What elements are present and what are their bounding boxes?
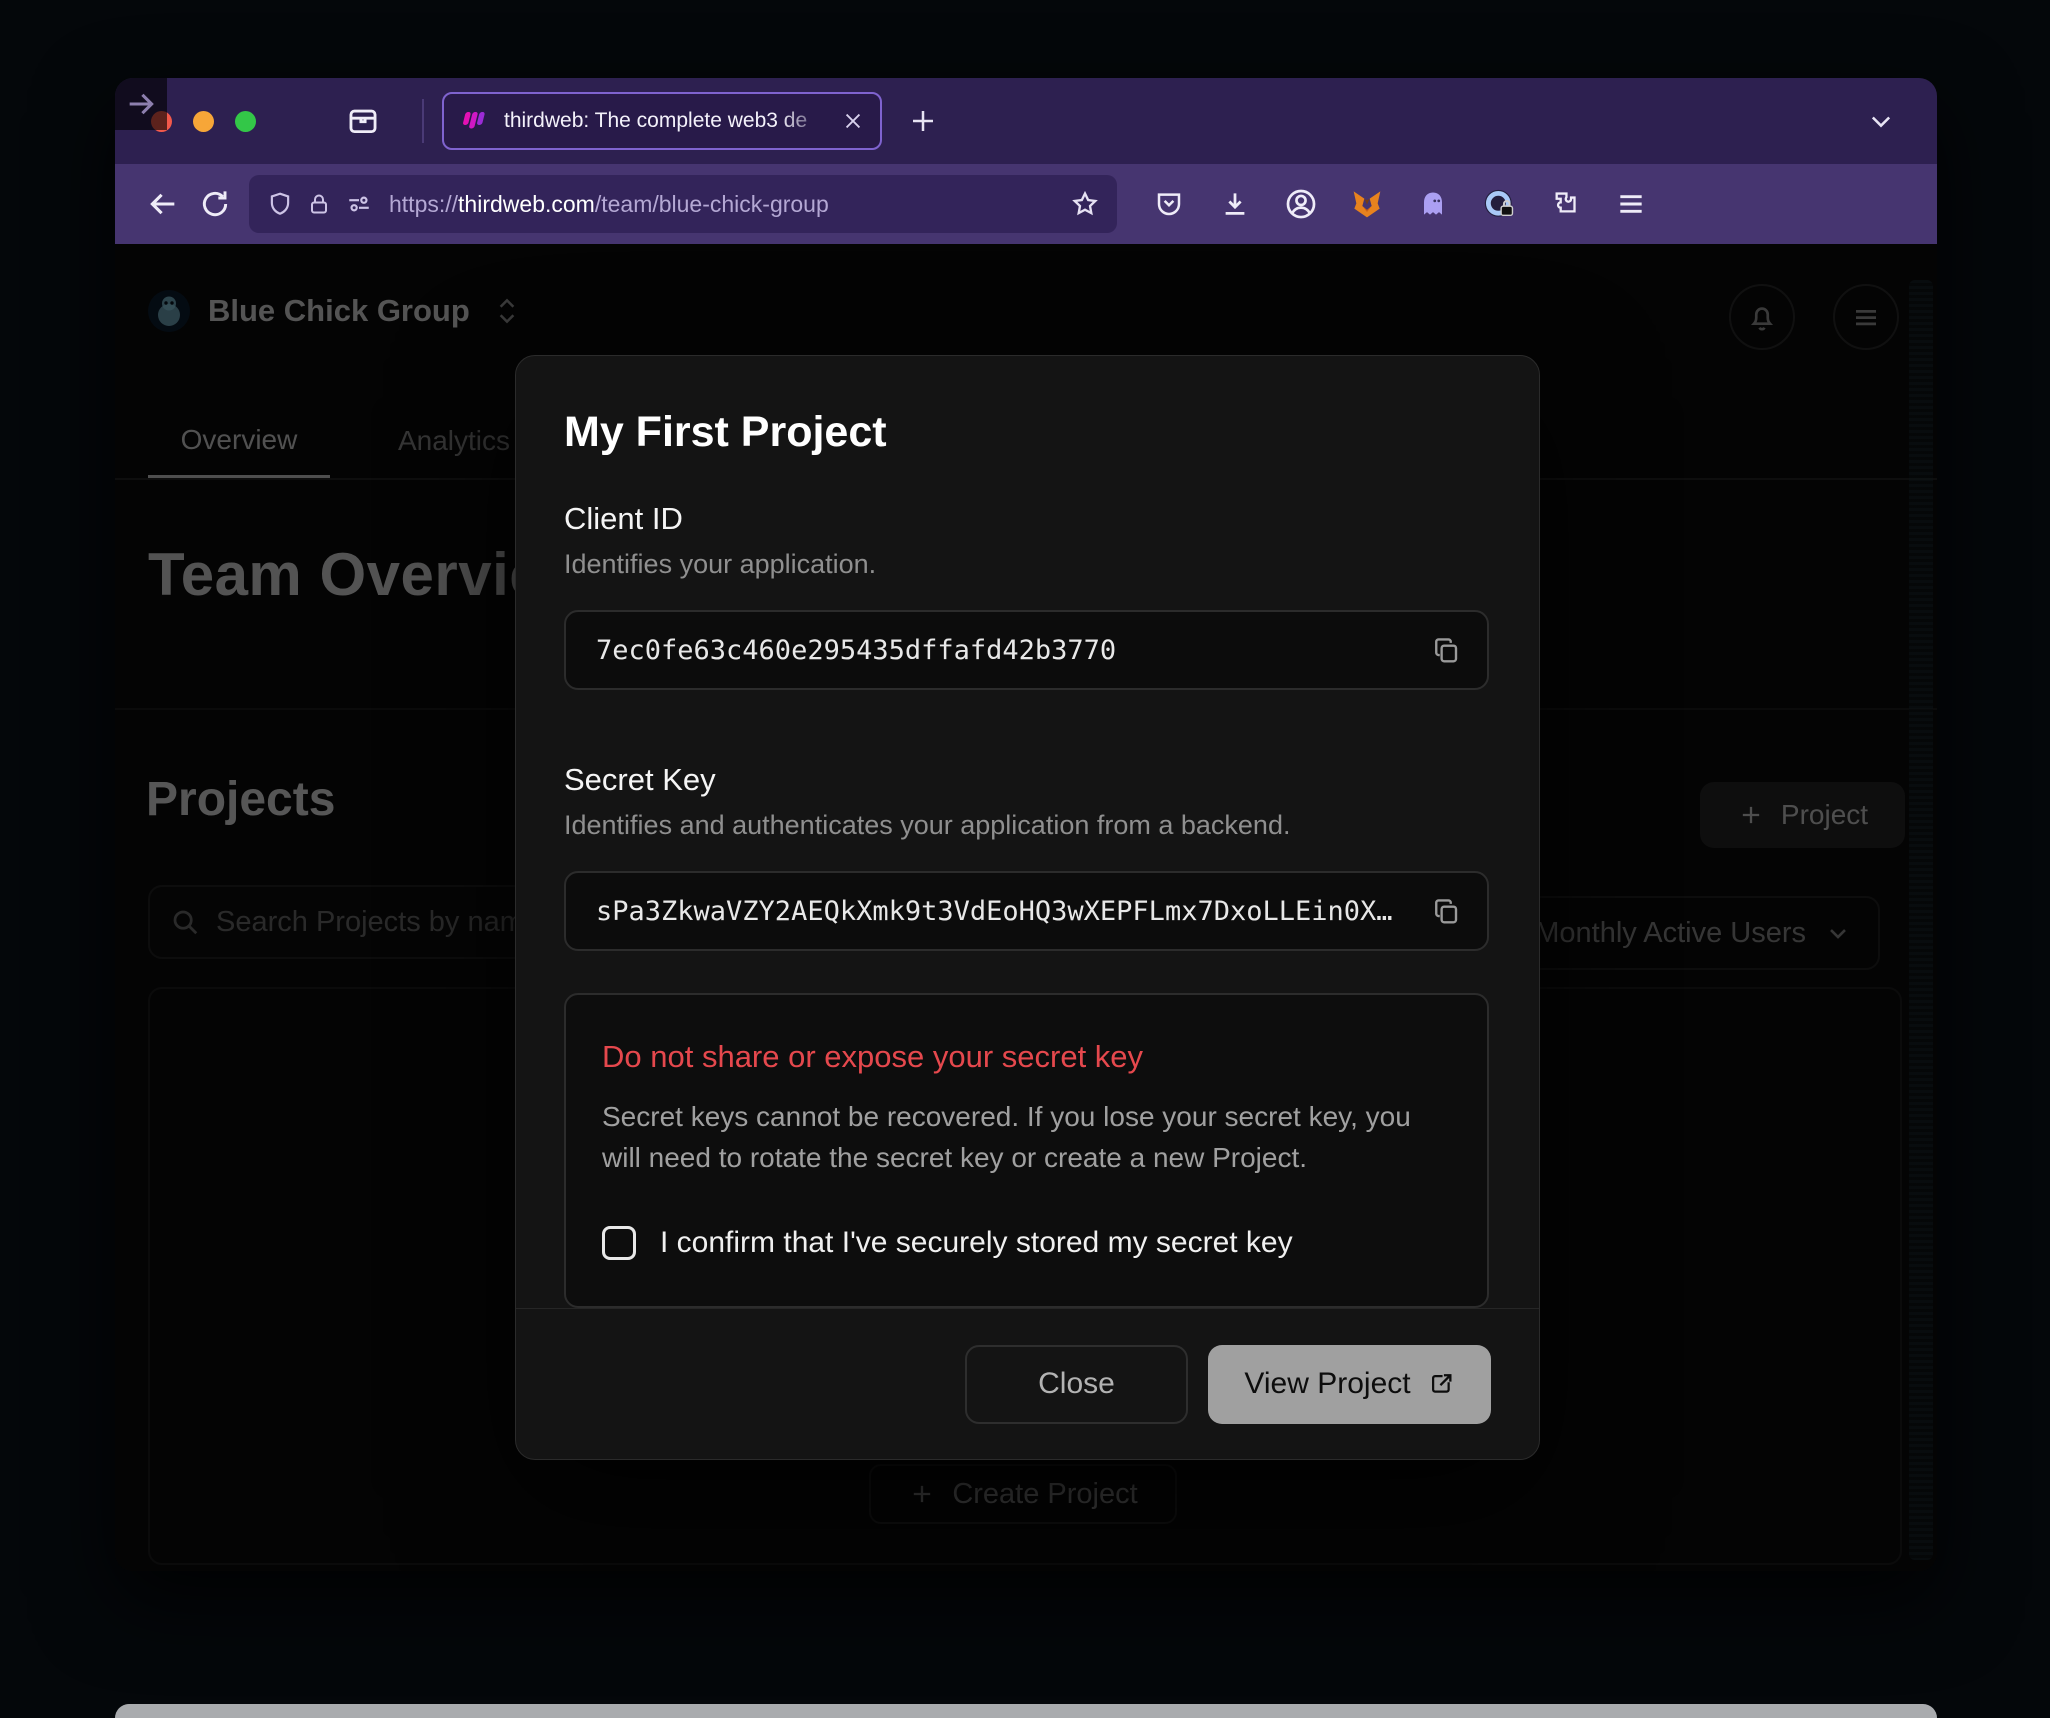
client-id-description: Identifies your application. [564,549,1489,580]
privacy-lock-extension-icon[interactable] [1471,178,1527,230]
new-tab-button[interactable] [908,106,938,136]
secret-key-field[interactable]: sPa3ZkwaVZY2AEQkXmk9t3VdEoHQ3wXEPFLmx7Dx… [564,871,1489,951]
list-all-tabs-icon[interactable] [1867,107,1895,135]
team-name: Blue Chick Group [208,293,470,329]
create-project-button[interactable]: Create Project [869,1464,1177,1524]
secret-key-label: Secret Key [564,762,1489,798]
screenshot-stage: thirdweb: The complete web3 de [0,0,2050,1718]
close-window-button[interactable] [151,111,172,132]
tabbar-separator [422,99,424,143]
secret-key-value[interactable]: sPa3ZkwaVZY2AEQkXmk9t3VdEoHQ3wXEPFLmx7Dx… [596,896,1431,927]
close-button-label: Close [1038,1367,1115,1401]
pocket-icon[interactable] [1141,178,1197,230]
client-id-field[interactable]: 7ec0fe63c460e295435dffafd42b3770 [564,610,1489,690]
permissions-icon[interactable] [345,191,373,217]
client-id-value[interactable]: 7ec0fe63c460e295435dffafd42b3770 [596,635,1431,666]
browser-window: thirdweb: The complete web3 de [115,78,1937,1571]
extensions-puzzle-icon[interactable] [1537,178,1593,230]
phantom-icon[interactable] [1405,178,1461,230]
page-scrollbar[interactable] [1909,280,1933,1560]
browser-nav-bar: https://thirdweb.com/team/blue-chick-gro… [115,164,1937,244]
url-bar[interactable]: https://thirdweb.com/team/blue-chick-gro… [249,175,1117,233]
browser-tab-active[interactable]: thirdweb: The complete web3 de [442,92,882,150]
search-icon [170,907,200,937]
firefox-view-icon[interactable] [346,104,380,138]
tab-close-icon[interactable] [842,110,864,132]
close-button[interactable]: Close [965,1345,1188,1424]
minimize-window-button[interactable] [193,111,214,132]
new-project-button[interactable]: Project [1700,782,1905,848]
thirdweb-favicon-icon [460,111,490,131]
notifications-button[interactable] [1729,284,1795,350]
nav-right-icons [1141,178,1659,230]
browser-tab-bar: thirdweb: The complete web3 de [115,78,1937,164]
sort-dropdown-value: Monthly Active Users [1535,917,1806,950]
modal-body: My First Project Client ID Identifies yo… [516,356,1539,1308]
downloads-icon[interactable] [1207,178,1263,230]
view-project-button-label: View Project [1244,1367,1410,1401]
create-project-button-label: Create Project [952,1478,1137,1511]
copy-secret-key-icon[interactable] [1431,896,1461,926]
confirm-checkbox[interactable] [602,1226,636,1260]
url-text: https://thirdweb.com/team/blue-chick-gro… [389,191,1071,218]
project-details-modal: My First Project Client ID Identifies yo… [515,355,1540,1460]
account-icon[interactable] [1273,178,1329,230]
url-protocol: https:// [389,191,458,217]
copy-client-id-icon[interactable] [1431,635,1461,665]
tab-title: thirdweb: The complete web3 de [504,109,828,133]
url-domain: thirdweb.com [458,191,595,217]
window-controls [151,111,256,132]
site-security-icons [267,191,373,217]
warning-title: Do not share or expose your secret key [602,1039,1451,1075]
menu-hamburger-icon[interactable] [1603,178,1659,230]
team-switcher-chevrons-icon [494,294,520,328]
external-link-icon [1427,1370,1455,1398]
new-project-button-label: Project [1781,799,1868,831]
projects-heading: Projects [146,772,335,827]
metamask-icon[interactable] [1339,178,1395,230]
warning-body: Secret keys cannot be recovered. If you … [602,1097,1432,1178]
client-id-label: Client ID [564,501,1489,537]
modal-title: My First Project [564,408,1489,457]
confirm-row: I confirm that I've securely stored my s… [602,1226,1451,1260]
reload-icon[interactable] [189,178,241,230]
confirm-checkbox-label[interactable]: I confirm that I've securely stored my s… [660,1226,1293,1260]
tab-analytics[interactable]: Analytics [370,404,538,478]
team-avatar [148,290,190,332]
shield-icon[interactable] [267,191,293,217]
view-project-button[interactable]: View Project [1208,1345,1491,1424]
modal-footer: Close View Project [516,1308,1539,1459]
chevron-down-icon [1824,919,1852,947]
zoom-window-button[interactable] [235,111,256,132]
macos-dock-strip [115,1704,1937,1718]
team-switcher[interactable]: Blue Chick Group [148,290,520,332]
secret-key-description: Identifies and authenticates your applic… [564,810,1489,841]
secret-key-warning-card: Do not share or expose your secret key S… [564,993,1489,1308]
back-icon[interactable] [137,178,189,230]
url-path: /team/blue-chick-group [595,191,829,217]
account-menu-button[interactable] [1833,284,1899,350]
tab-overview[interactable]: Overview [148,404,330,478]
lock-icon[interactable] [307,191,331,217]
bookmark-star-icon[interactable] [1071,190,1099,218]
